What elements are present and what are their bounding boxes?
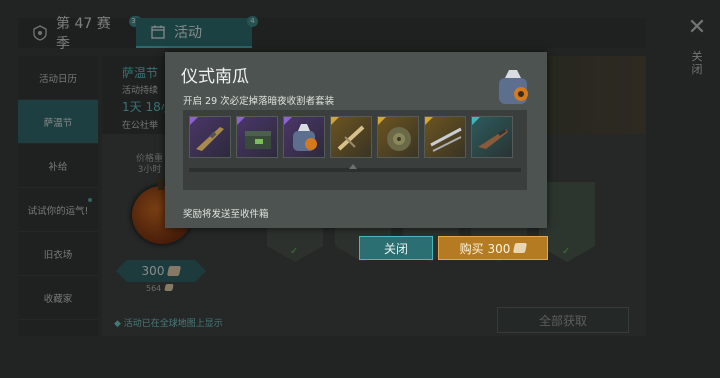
- rarity-corner: [284, 117, 292, 125]
- rarity-corner: [190, 117, 198, 125]
- modal-close-button[interactable]: 关闭: [359, 236, 433, 260]
- item-slot[interactable]: [189, 116, 231, 158]
- rarity-corner: [331, 117, 339, 125]
- scroll-thumb-icon[interactable]: [349, 164, 357, 169]
- rarity-corner: [378, 117, 386, 125]
- modal-title: 仪式南瓜: [181, 67, 249, 87]
- item-scrollbar[interactable]: [189, 164, 521, 172]
- backpack-icon: [491, 66, 535, 110]
- ticket-icon: [513, 243, 528, 253]
- reward-note: 奖励将发送至收件箱: [183, 209, 269, 220]
- item-slot[interactable]: [377, 116, 419, 158]
- item-slot[interactable]: [236, 116, 278, 158]
- item-slot[interactable]: [471, 116, 513, 158]
- item-slot[interactable]: [283, 116, 325, 158]
- rarity-corner: [425, 117, 433, 125]
- buy-button[interactable]: 购买 300: [438, 236, 548, 260]
- item-strip: [183, 110, 527, 190]
- rarity-corner: [472, 117, 480, 125]
- item-detail-modal: 仪式南瓜 开启 29 次必定掉落暗夜收割者套装 奖励将发送至收件箱: [165, 52, 547, 228]
- item-slot[interactable]: [424, 116, 466, 158]
- modal-subtitle: 开启 29 次必定掉落暗夜收割者套装: [183, 96, 335, 107]
- rarity-corner: [237, 117, 245, 125]
- item-list: [189, 116, 513, 158]
- item-slot[interactable]: [330, 116, 372, 158]
- buy-button-label: 购买 300: [459, 241, 511, 256]
